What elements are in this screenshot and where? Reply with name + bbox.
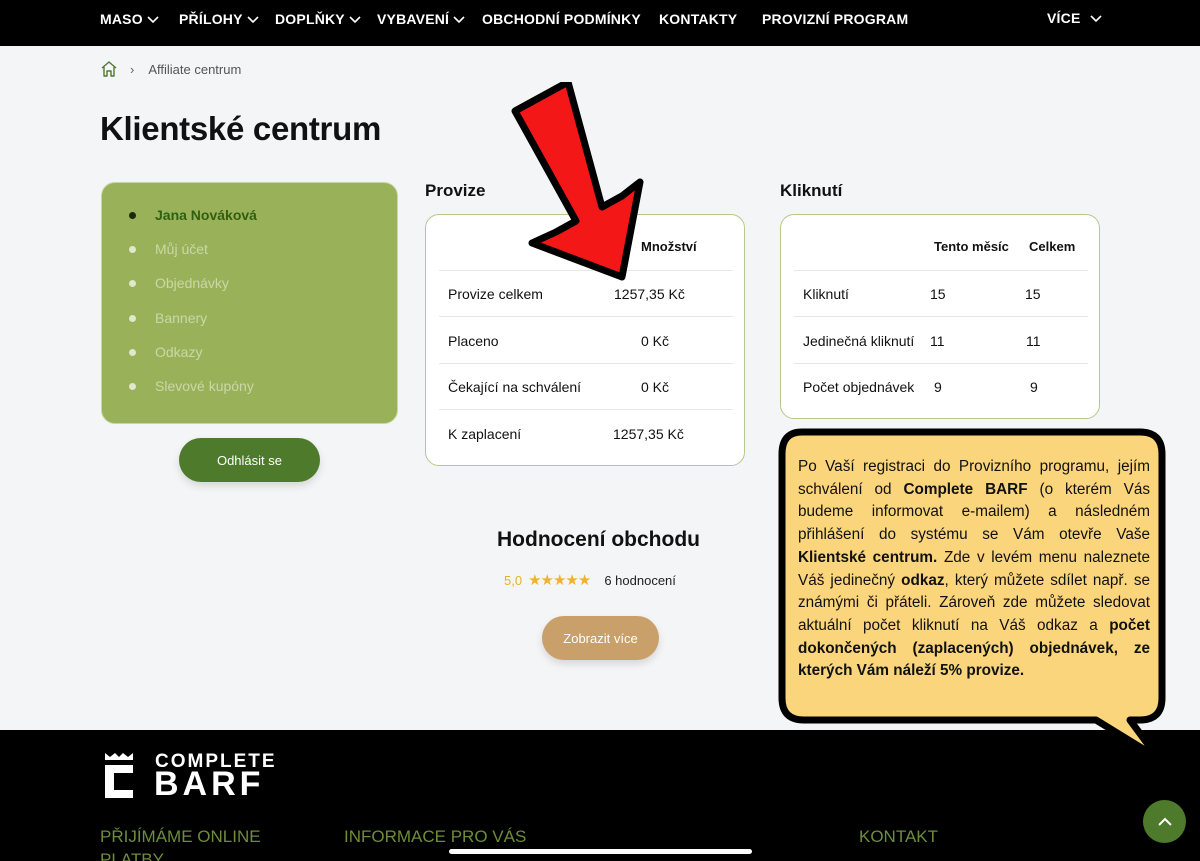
provize-heading: Provize — [425, 181, 486, 200]
provize-row-value: 0 Kč — [641, 333, 670, 349]
top-navigation: MASO PŘÍLOHY DOPLŇKY VYBAVENÍ OBCHODNÍ P… — [0, 0, 1200, 46]
bullet-icon — [129, 314, 136, 322]
kliknuti-row-label: Počet objednávek — [803, 379, 915, 395]
breadcrumb-separator: › — [130, 61, 135, 77]
provize-row-value: 1257,35 Kč — [613, 426, 684, 442]
rating-count: 6 hodnocení — [604, 572, 676, 588]
footer-heading-payments-line2: PLATBY — [100, 850, 164, 861]
divider — [439, 316, 733, 317]
rating-title: Hodnocení obchodu — [497, 528, 700, 551]
provize-row-value: 1257,35 Kč — [614, 286, 685, 302]
provize-row-label: K zaplacení — [448, 426, 522, 442]
divider — [794, 363, 1088, 364]
divider — [794, 316, 1088, 317]
callout-text: Po Vaší registraci do Provizního program… — [798, 458, 1150, 680]
chevron-down-icon — [1090, 15, 1103, 23]
kliknuti-row-month: 15 — [930, 286, 946, 302]
provize-row-label: Čekající na schválení — [448, 379, 582, 395]
nav-item-kontakty[interactable]: KONTAKTY — [659, 11, 737, 27]
kliknuti-table: Tento měsíc Celkem Kliknutí 15 15 Jedine… — [780, 214, 1100, 419]
divider — [439, 409, 733, 410]
breadcrumb: › Affiliate centrum — [100, 59, 241, 79]
provize-row-label: Provize celkem — [448, 286, 543, 302]
home-indicator — [449, 849, 752, 854]
home-icon[interactable] — [100, 60, 118, 78]
star-rating-icon: ★★★★★ — [528, 572, 591, 589]
sidebar-item-coupons[interactable]: Slevové kupóny — [129, 378, 254, 394]
kliknuti-row-label: Jedinečná kliknutí — [803, 333, 915, 349]
footer-heading-contact: KONTAKT — [859, 827, 939, 846]
page-title: Klientské centrum — [100, 110, 381, 147]
nav-item-maso[interactable]: MASO — [100, 11, 159, 27]
provize-row-value: 0 Kč — [641, 379, 670, 395]
sidebar-menu: Jana Nováková Můj účet Objednávky Banner… — [101, 182, 398, 424]
breadcrumb-current: Affiliate centrum — [148, 61, 242, 77]
sidebar-item-user[interactable]: Jana Nováková — [129, 207, 257, 223]
logout-button[interactable]: Odhlásit se — [179, 438, 320, 482]
kliknuti-row-total: 9 — [1030, 379, 1038, 395]
kliknuti-row-total: 11 — [1026, 333, 1041, 349]
nav-item-obchodni-podminky[interactable]: OBCHODNÍ PODMÍNKY — [482, 11, 641, 27]
divider — [439, 363, 733, 364]
nav-item-vybaveni[interactable]: VYBAVENÍ — [377, 11, 465, 27]
sidebar-item-orders[interactable]: Objednávky — [129, 275, 229, 291]
bullet-icon — [129, 382, 136, 390]
bullet-icon — [129, 279, 136, 287]
nav-item-provizni-program[interactable]: PROVIZNÍ PROGRAM — [762, 11, 908, 27]
sidebar-item-links[interactable]: Odkazy — [129, 344, 202, 360]
logo-text-barf: BARF — [154, 765, 265, 803]
show-more-button[interactable]: Zobrazit více — [542, 616, 659, 660]
sidebar-item-account[interactable]: Můj účet — [129, 241, 208, 257]
nav-more[interactable]: VÍCE — [1047, 10, 1103, 26]
rating-score: 5,0 — [504, 572, 523, 588]
kliknuti-column-header: Celkem — [1029, 239, 1076, 254]
kliknuti-row-month: 9 — [934, 379, 942, 395]
divider — [794, 270, 1088, 271]
footer-heading-payments: PŘIJÍMÁME ONLINE — [100, 827, 261, 846]
kliknuti-heading: Kliknutí — [780, 181, 843, 200]
footer-heading-info: INFORMACE PRO VÁS — [344, 827, 527, 846]
chevron-down-icon — [247, 16, 259, 24]
chevron-down-icon — [349, 16, 361, 24]
chevron-down-icon — [453, 16, 465, 24]
kliknuti-row-label: Kliknutí — [803, 286, 849, 302]
crown-logo-icon — [105, 753, 133, 798]
scroll-to-top-button[interactable] — [1143, 800, 1186, 843]
red-arrow-annotation — [511, 82, 644, 281]
bullet-icon — [129, 245, 136, 253]
kliknuti-column-header: Tento měsíc — [934, 239, 1009, 254]
kliknuti-row-month: 11 — [930, 333, 945, 349]
rating-summary: 5,0 ★★★★★ 6 hodnocení — [504, 571, 676, 589]
chevron-down-icon — [147, 16, 159, 24]
sidebar-item-banners[interactable]: Bannery — [129, 310, 207, 326]
nav-item-prilohy[interactable]: PŘÍLOHY — [179, 11, 259, 27]
nav-item-doplnky[interactable]: DOPLŇKY — [275, 11, 361, 27]
bullet-icon — [129, 348, 136, 356]
kliknuti-row-total: 15 — [1025, 286, 1041, 302]
bullet-icon — [129, 211, 136, 219]
provize-row-label: Placeno — [448, 333, 499, 349]
chevron-up-icon — [1157, 817, 1172, 826]
